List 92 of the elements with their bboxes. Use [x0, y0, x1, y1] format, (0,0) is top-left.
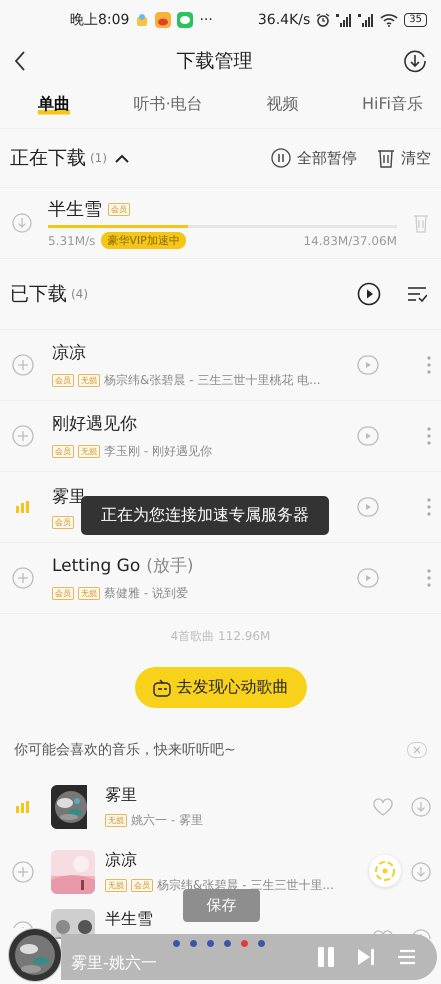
- song-title: 凉凉: [52, 342, 86, 364]
- add-icon[interactable]: [12, 425, 34, 447]
- signal-icon: [336, 14, 352, 26]
- tag-badge: 无损: [78, 587, 100, 600]
- alarm-icon: [316, 13, 330, 27]
- signal-icon: [358, 14, 374, 26]
- close-icon[interactable]: [407, 742, 427, 758]
- more-icon[interactable]: [427, 356, 431, 374]
- tag-badge: 会员: [52, 516, 74, 529]
- recommend-title: 你可能会喜欢的音乐，快来听听吧~: [14, 741, 236, 759]
- download-summary: 4首歌曲 112.96M: [170, 628, 272, 645]
- page-dot[interactable]: [207, 940, 214, 947]
- artist-album: 杨宗纬&张碧晨 - 三生三世十里桃花 电...: [104, 372, 321, 389]
- section-title: 已下载: [10, 282, 67, 307]
- page-dot[interactable]: [241, 940, 248, 947]
- song-title: Letting Go: [52, 556, 140, 576]
- song-title: 凉凉: [105, 850, 137, 870]
- play-icon[interactable]: [357, 354, 379, 376]
- play-icon[interactable]: [357, 496, 379, 518]
- artist-album: 李玉刚 - 刚好遇见你: [104, 443, 212, 460]
- download-icon[interactable]: [12, 213, 32, 233]
- tag-badge: 会员: [131, 878, 153, 892]
- pause-all-button[interactable]: 全部暂停: [271, 148, 357, 168]
- wifi-icon: [380, 14, 398, 26]
- tag-badge: 会员: [108, 202, 130, 216]
- song-title: 半生雪: [48, 198, 102, 221]
- download-manager-icon[interactable]: [403, 49, 427, 73]
- download-icon[interactable]: [411, 862, 431, 882]
- more-notifications: ···: [199, 12, 213, 28]
- delete-icon[interactable]: [413, 213, 429, 233]
- pause-icon[interactable]: [317, 947, 335, 967]
- app-notification-icon: [155, 12, 172, 28]
- add-icon[interactable]: [12, 921, 34, 928]
- page-dot[interactable]: [173, 940, 180, 947]
- toast-message: 正在为您连接加速专属服务器: [81, 496, 329, 535]
- tag-badge: 无损: [105, 814, 127, 826]
- tab[interactable]: 视频: [266, 94, 298, 116]
- tab[interactable]: 听书·电台: [134, 94, 203, 116]
- more-icon[interactable]: [427, 498, 431, 516]
- section-title: 正在下载: [10, 146, 86, 171]
- pause-icon: [271, 148, 291, 168]
- play-icon[interactable]: [357, 567, 379, 589]
- heart-icon[interactable]: [373, 798, 393, 816]
- add-icon[interactable]: [12, 860, 34, 882]
- back-icon[interactable]: [14, 50, 26, 72]
- tag-badge: 无损: [78, 374, 100, 387]
- multi-select-icon[interactable]: [407, 286, 427, 302]
- song-title: 刚好遇见你: [52, 413, 137, 435]
- song-title: 半生雪: [105, 909, 153, 930]
- page-dot[interactable]: [190, 940, 197, 947]
- discover-button[interactable]: 去发现心动歌曲: [134, 667, 306, 708]
- more-icon[interactable]: [427, 569, 431, 587]
- page-dot[interactable]: [224, 940, 231, 947]
- floating-locate-button[interactable]: [369, 855, 401, 887]
- more-icon[interactable]: [427, 427, 431, 445]
- clock: 晚上8:09: [70, 11, 130, 29]
- trash-icon: [377, 148, 395, 168]
- save-button[interactable]: 保存: [183, 889, 260, 922]
- download-icon[interactable]: [411, 796, 431, 816]
- tag-badge: 会员: [52, 374, 74, 387]
- clear-button[interactable]: 清空: [377, 148, 431, 168]
- tag-badge: 无损: [105, 878, 127, 892]
- playlist-icon[interactable]: [397, 949, 415, 965]
- play-all-icon[interactable]: [357, 282, 381, 306]
- tab[interactable]: 单曲: [38, 94, 70, 116]
- download-size: 14.83M/37.06M: [304, 234, 397, 248]
- notification-icon: [135, 13, 150, 27]
- download-speed: 5.31M/s: [48, 234, 96, 248]
- page-dot[interactable]: [258, 940, 265, 947]
- tag-badge: 会员: [52, 445, 74, 458]
- add-icon[interactable]: [12, 354, 34, 376]
- song-title-note: (放手): [146, 555, 194, 577]
- next-icon[interactable]: [357, 948, 375, 966]
- tag-badge: 会员: [52, 587, 74, 600]
- page-title: 下载管理: [176, 49, 252, 74]
- radio-icon: [152, 678, 170, 696]
- tab[interactable]: HiFi音乐: [362, 94, 423, 116]
- collapse-icon[interactable]: [115, 154, 129, 162]
- network-speed: 36.4K/s: [258, 12, 310, 28]
- add-icon[interactable]: [12, 567, 34, 589]
- tag-badge: 无损: [78, 445, 100, 458]
- artist-album: 蔡健雅 - 说到爱: [104, 585, 188, 602]
- artist-album: 姚六一 - 雾里: [131, 812, 203, 828]
- item-count: (1): [90, 151, 107, 165]
- target-icon: [374, 860, 396, 882]
- item-count: (4): [71, 287, 88, 301]
- chat-notification-icon: [177, 12, 194, 28]
- song-title: 雾里: [105, 784, 137, 806]
- play-icon[interactable]: [357, 425, 379, 447]
- now-playing-title: 雾里-姚六一: [71, 952, 158, 974]
- battery-indicator: 35: [404, 13, 427, 27]
- vip-boost-badge: 豪华VIP加速中: [101, 232, 186, 249]
